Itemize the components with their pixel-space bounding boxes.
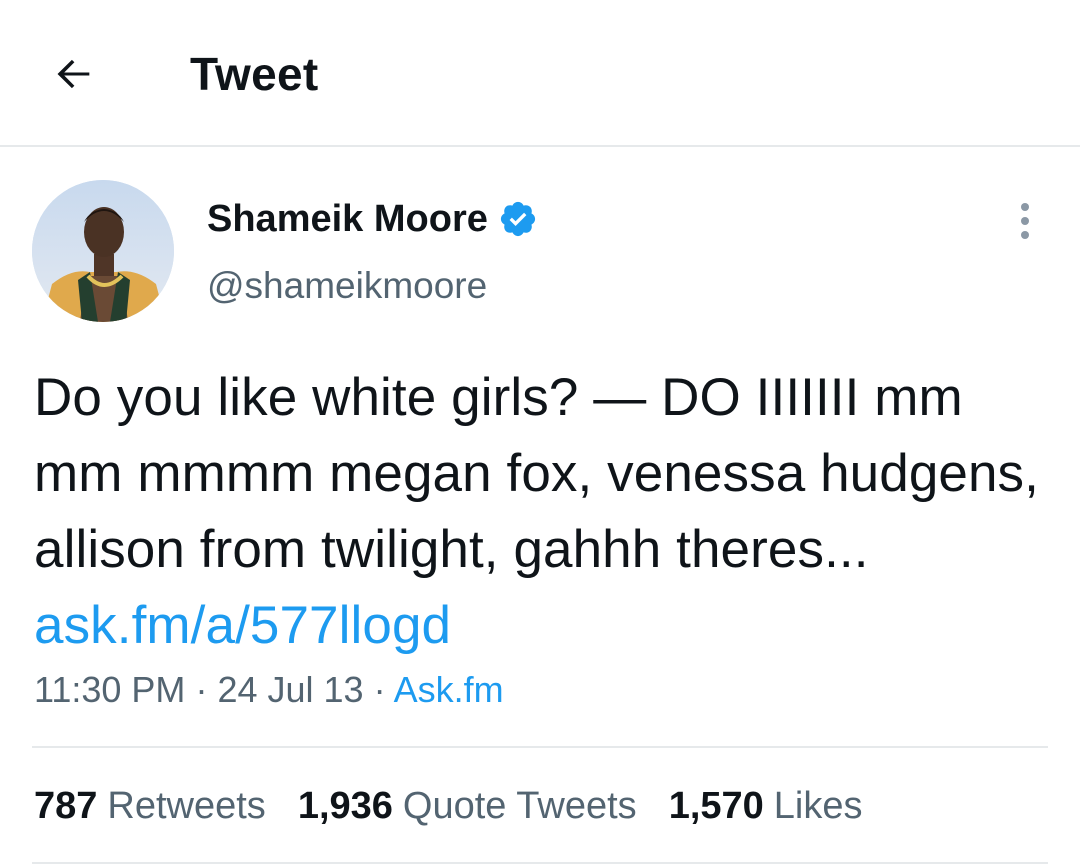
retweets-label: Retweets — [107, 785, 266, 827]
top-bar: Tweet — [0, 0, 1080, 147]
avatar[interactable] — [32, 180, 174, 322]
more-vertical-icon — [1021, 203, 1029, 239]
meta-separator: · — [195, 669, 208, 710]
quote-tweets-count: 1,936 — [297, 785, 393, 827]
likes-count: 1,570 — [668, 785, 764, 827]
author-name-row[interactable]: Shameik Moore — [207, 193, 538, 245]
tweet-metadata: 11:30 PM · 24 Jul 13 · Ask.fm — [34, 666, 504, 714]
more-options-button[interactable] — [1000, 196, 1050, 246]
divider — [32, 746, 1048, 748]
retweets-count: 787 — [34, 785, 98, 827]
tweet-time[interactable]: 11:30 PM — [34, 669, 185, 710]
likes-stat[interactable]: 1,570 Likes — [669, 780, 863, 832]
tweet-detail-page: Tweet Shameik Moore @shameikmoore Do you… — [0, 0, 1080, 867]
author-name[interactable]: Shameik Moore — [207, 193, 488, 245]
tweet-source[interactable]: Ask.fm — [394, 669, 504, 710]
quote-tweets-stat[interactable]: 1,936 Quote Tweets — [298, 780, 637, 832]
tweet-body: Do you like white girls? — DO IIIIIII mm… — [34, 368, 1039, 579]
engagement-stats: 787 Retweets 1,936 Quote Tweets 1,570 Likes — [34, 780, 895, 832]
tweet-link[interactable]: ask.fm/a/577llogd — [34, 596, 451, 655]
retweets-stat[interactable]: 787 Retweets — [34, 780, 266, 832]
divider — [32, 862, 1048, 864]
likes-label: Likes — [773, 785, 863, 827]
arrow-left-icon — [57, 59, 90, 89]
page-title: Tweet — [190, 48, 319, 100]
back-button[interactable] — [46, 46, 102, 102]
profile-photo — [32, 180, 174, 322]
author-handle[interactable]: @shameikmoore — [207, 263, 487, 309]
tweet-text: Do you like white girls? — DO IIIIIII mm… — [34, 360, 1044, 664]
meta-separator: · — [373, 669, 386, 710]
tweet-date[interactable]: 24 Jul 13 — [217, 669, 363, 710]
quote-tweets-label: Quote Tweets — [402, 785, 637, 827]
verified-badge-icon — [498, 199, 538, 239]
